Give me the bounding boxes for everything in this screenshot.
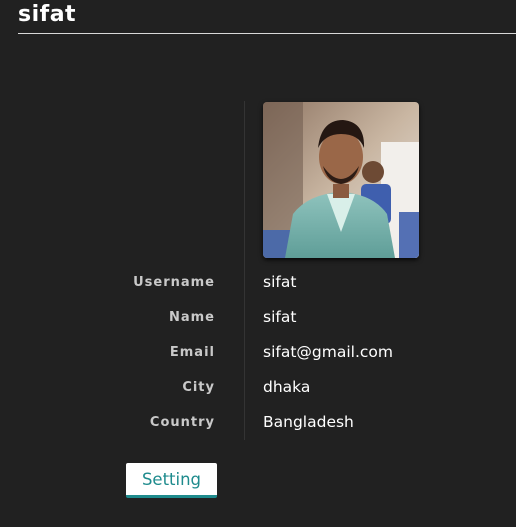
city-value: dhaka [263,378,311,396]
avatar [263,102,419,258]
column-divider [244,101,245,440]
page-title: sifat [18,2,77,27]
username-value: sifat [263,273,297,291]
name-value: sifat [263,308,297,326]
city-label: City [182,380,215,395]
setting-button[interactable]: Setting [126,463,217,498]
email-value: sifat@gmail.com [263,343,393,361]
username-label: Username [133,275,215,290]
country-value: Bangladesh [263,413,354,431]
profile-photo-icon [263,102,419,258]
name-label: Name [168,310,215,325]
country-label: Country [149,415,215,430]
email-label: Email [169,345,215,360]
header: sifat [18,0,516,34]
